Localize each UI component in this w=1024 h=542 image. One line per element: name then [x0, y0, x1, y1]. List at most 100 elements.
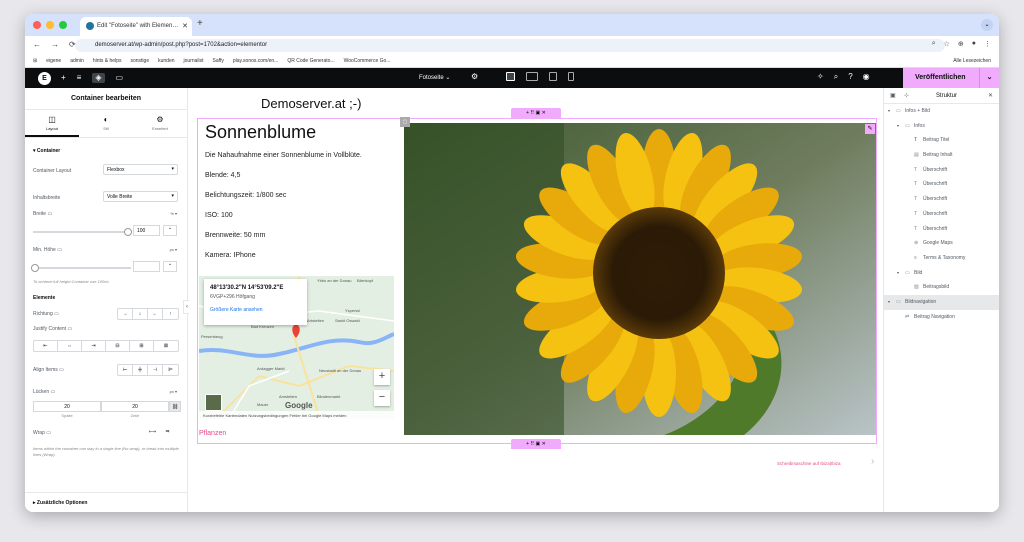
inner-container-handle-icon[interactable]: ▢	[400, 117, 410, 127]
desktop-icon[interactable]: ▭	[47, 211, 52, 217]
structure-item[interactable]: ⇄ Beitrag Navigation	[884, 310, 999, 325]
breite-unit-select[interactable]: % ▾	[170, 211, 177, 216]
new-tab-button[interactable]: +	[197, 18, 203, 29]
bookmark-item[interactable]: QR Code Generato...	[287, 58, 334, 64]
elementor-logo-icon[interactable]: E	[38, 72, 51, 85]
tab-layout[interactable]: ◫ Layout	[25, 110, 79, 137]
section-container-header[interactable]: ▾ Container	[25, 138, 187, 154]
comments-icon[interactable]: ▭	[116, 73, 124, 83]
page-settings-icon[interactable]: ⚙	[471, 72, 478, 81]
desktop-icon[interactable]: ▭	[59, 367, 64, 373]
menu-icon[interactable]: ⋮	[984, 40, 991, 48]
gap-column-input[interactable]: 20	[33, 401, 101, 412]
justify-evenly-icon[interactable]: ⊠	[154, 341, 178, 351]
next-arrow-icon[interactable]: ›	[871, 456, 874, 467]
extension-icon[interactable]: ⊕	[958, 40, 964, 48]
container-handles-bottom[interactable]: + ⠿ ▣ ✕	[511, 439, 561, 449]
expand-arrow-icon[interactable]: ▾	[897, 119, 905, 134]
structure-item[interactable]: ≡ Terms & Taxonomy	[884, 251, 999, 266]
bookmark-item[interactable]: admin	[70, 58, 84, 64]
min-hoehe-slider[interactable]	[31, 264, 131, 272]
post-title[interactable]: Sonnenblume	[205, 122, 394, 143]
min-hoehe-input[interactable]	[133, 261, 160, 272]
bookmark-item[interactable]: WooCommerce Go...	[344, 58, 391, 64]
publish-button[interactable]: Veröffentlichen ⌄	[903, 68, 999, 88]
apps-icon[interactable]: ⊞	[33, 58, 37, 64]
featured-image[interactable]: ✎	[404, 123, 876, 435]
luecken-unit-select[interactable]: px ▾	[170, 389, 177, 394]
maximize-window-button[interactable]	[59, 21, 67, 29]
desktop-icon[interactable]: ▭	[46, 430, 51, 436]
justify-start-icon[interactable]: ⇤	[34, 341, 58, 351]
field-iso[interactable]: ISO: 100	[205, 212, 394, 219]
publish-options-chevron-icon[interactable]: ⌄	[979, 68, 999, 88]
breite-input[interactable]: 100	[133, 225, 160, 236]
tab-search-button[interactable]: ⌄	[981, 19, 993, 31]
structure-item[interactable]: ▾ ▭ Bildnavigation	[884, 294, 999, 310]
direction-row-icon[interactable]: →	[118, 309, 133, 319]
expand-arrow-icon[interactable]: ▾	[888, 104, 896, 119]
direction-column-reverse-icon[interactable]: ↑	[163, 309, 178, 319]
breite-unit-icon[interactable]: ▪	[163, 225, 177, 236]
desktop-icon[interactable]: ▭	[54, 311, 59, 317]
tab-style[interactable]: ◐ Stil	[79, 110, 133, 137]
search-icon[interactable]: ⌕	[932, 40, 936, 48]
min-hoehe-unit-icon[interactable]: ▪	[163, 261, 177, 272]
window-controls[interactable]	[33, 21, 67, 29]
tablet-icon[interactable]	[549, 72, 557, 81]
minimize-window-button[interactable]	[46, 21, 54, 29]
site-title[interactable]: Demoserver.at ;-)	[261, 96, 361, 111]
help-icon[interactable]: ?	[848, 72, 852, 82]
desktop-icon[interactable]: ▭	[67, 326, 72, 332]
add-element-icon[interactable]: +	[61, 73, 66, 83]
field-blende[interactable]: Blende: 4,5	[205, 172, 394, 179]
min-hoehe-slider-handle[interactable]	[31, 264, 39, 272]
structure-item[interactable]: T Überschrift	[884, 192, 999, 207]
justify-center-icon[interactable]: ⇔	[58, 341, 82, 351]
satellite-toggle[interactable]	[205, 394, 222, 411]
category-link[interactable]: Pflanzen	[199, 430, 226, 437]
justify-around-icon[interactable]: ⊞	[130, 341, 154, 351]
close-window-button[interactable]	[33, 21, 41, 29]
zoom-out-button[interactable]: −	[374, 390, 390, 406]
page-name-dropdown[interactable]: Fotoseite ⌄	[419, 74, 450, 81]
url-field[interactable]: demoserver.at/wp-admin/post.php?post=170…	[75, 39, 945, 52]
align-end-icon[interactable]: ⊣	[148, 365, 163, 375]
structure-icon[interactable]: ◈	[92, 73, 105, 83]
bookmark-item[interactable]: kunden	[158, 58, 174, 64]
notifications-icon[interactable]: ✧	[817, 72, 824, 82]
post-content[interactable]: Die Nahaufnahme einer Sonnenblume in Vol…	[205, 152, 394, 159]
structure-item[interactable]: ⊕ Google Maps	[884, 236, 999, 251]
structure-item[interactable]: ▨ Beitragsbild	[884, 280, 999, 295]
close-tab-icon[interactable]: ✕	[182, 22, 188, 30]
more-options-section[interactable]: ▸ Zusätzliche Optionen	[25, 492, 188, 512]
breite-slider-handle[interactable]	[124, 228, 132, 236]
field-brennweite[interactable]: Brennweite: 50 mm	[205, 232, 394, 239]
container-handles-top[interactable]: + ⠿ ▣ ✕	[511, 108, 561, 118]
inhaltsbreite-select[interactable]: Volle Breite	[103, 191, 178, 202]
min-hoehe-unit-select[interactable]: px ▾	[170, 247, 177, 252]
google-map[interactable]: Ybbs an der Donau Bad Kreuzen Persenbeug…	[199, 276, 394, 419]
forward-icon[interactable]: →	[51, 40, 59, 49]
bookmark-item[interactable]: Saffy	[213, 58, 224, 64]
profile-icon[interactable]: ●	[972, 40, 976, 48]
expand-arrow-icon[interactable]: ▾	[888, 295, 896, 310]
expand-arrow-icon[interactable]: ▾	[897, 266, 905, 281]
all-bookmarks[interactable]: Alle Lesezeichen	[953, 58, 991, 64]
browser-tab[interactable]: Edit "Fotoseite" with Elemen… ✕	[80, 17, 192, 36]
structure-item[interactable]: 𝐓 Beitrag Titel	[884, 133, 999, 148]
search-icon[interactable]: ⌕	[834, 72, 838, 82]
zoom-in-button[interactable]: +	[374, 369, 390, 385]
bookmark-item[interactable]: eigene	[46, 58, 61, 64]
field-kamera[interactable]: Kamera: IPhone	[205, 252, 394, 259]
justify-between-icon[interactable]: ⊟	[106, 341, 130, 351]
star-icon[interactable]: ☆	[944, 40, 950, 48]
wrap-icon[interactable]: ⫤	[160, 427, 175, 437]
align-stretch-icon[interactable]: ⊫	[163, 365, 178, 375]
structure-item[interactable]: T Überschrift	[884, 163, 999, 178]
link-values-icon[interactable]: ⛓	[169, 401, 181, 412]
structure-item[interactable]: ▾ ▭ Infos	[884, 119, 999, 134]
align-start-icon[interactable]: ⊢	[118, 365, 133, 375]
desktop-icon[interactable]: ▭	[51, 389, 56, 395]
justify-end-icon[interactable]: ⇥	[82, 341, 106, 351]
